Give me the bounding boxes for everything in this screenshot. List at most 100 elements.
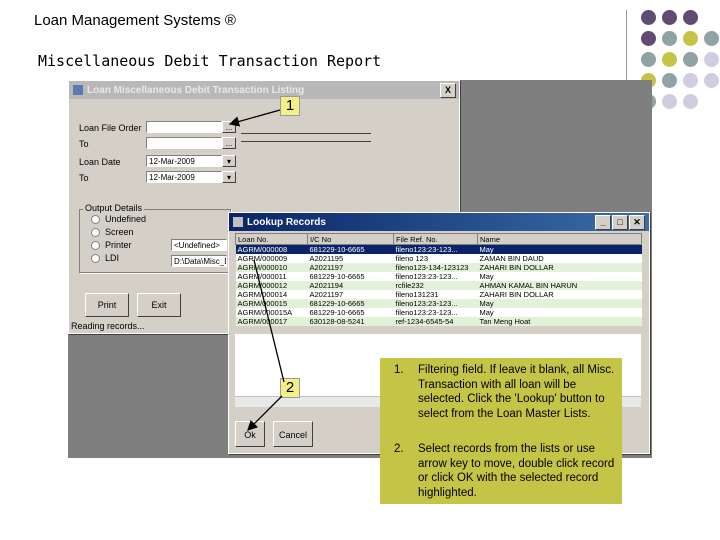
table-row[interactable]: AGRM/000012 A2021194 rcfile232 AHMAN KAMAL … — [235, 281, 642, 290]
date-picker-button[interactable]: ▾ — [222, 155, 236, 167]
radio-ldi[interactable] — [91, 254, 100, 263]
note-text: Filtering field. If leave it blank, all … — [418, 364, 615, 420]
cell: A2021197 — [307, 263, 394, 272]
window-icon — [233, 217, 243, 227]
loan-file-order-label: Loan File Order — [79, 123, 142, 133]
to-date-input[interactable]: 12-Mar-2009 — [146, 171, 222, 183]
dot — [662, 94, 677, 109]
dot — [704, 31, 719, 46]
note-text: Select records from the lists or use arr… — [418, 443, 615, 499]
cell: May — [477, 308, 642, 317]
dot — [662, 73, 677, 88]
cell: ZAMAN BIN DAUD — [477, 254, 642, 263]
cell: fileno 123 — [393, 254, 478, 263]
exit-button[interactable]: Exit — [137, 293, 181, 317]
separator-line — [241, 141, 371, 142]
print-button[interactable]: Print — [85, 293, 129, 317]
callout-2: 2 — [280, 378, 300, 398]
cell: AHMAN KAMAL BIN HARUN — [477, 281, 642, 290]
cell: rcfile232 — [393, 281, 478, 290]
dot — [662, 31, 677, 46]
cell: 681229-10-6665 — [307, 244, 394, 254]
callout-1: 1 — [280, 96, 300, 116]
table-row[interactable]: AGRM/000008 681229-10-6665 fileno123:23-12… — [235, 244, 642, 254]
dot — [641, 52, 656, 67]
notes-box: 1. Filtering field. If leave it blank, a… — [380, 358, 622, 504]
cell: 681229-10-6665 — [307, 272, 394, 281]
output-details-label: Output Details — [83, 203, 145, 213]
dot — [683, 94, 698, 109]
cell: AGRM/000014 — [235, 290, 308, 299]
option-printer: Printer — [105, 240, 132, 250]
dot — [704, 73, 719, 88]
listing-titlebar: Loan Miscellaneous Debit Transaction Lis… — [69, 81, 459, 99]
from-date-input[interactable]: 12-Mar-2009 — [146, 155, 222, 167]
table-row[interactable]: AGRM/000017 630128-08-5241 ref-1234-6545-5… — [235, 317, 642, 326]
printer-select[interactable]: <Undefined> — [171, 239, 227, 251]
cancel-button[interactable]: Cancel — [273, 421, 313, 447]
cell: fileno123:23-123... — [393, 272, 478, 281]
loan-file-from-input[interactable] — [146, 121, 222, 133]
table-row[interactable]: AGRM/000014 A2021197 fileno131231 ZAHARI BI… — [235, 290, 642, 299]
option-ldi: LDI — [105, 253, 120, 263]
maximize-button[interactable]: □ — [612, 215, 628, 230]
option-screen: Screen — [105, 227, 134, 237]
to-date-label: To — [79, 173, 89, 183]
separator-line — [241, 133, 371, 134]
cell: A2021194 — [307, 281, 394, 290]
window-icon — [73, 85, 83, 95]
listing-title: Loan Miscellaneous Debit Transaction Lis… — [87, 84, 305, 96]
cell: AGRM/000015A — [235, 308, 308, 317]
column-header-loan-no[interactable]: Loan No. — [235, 233, 308, 245]
dot — [641, 31, 656, 46]
note-number: 1. — [394, 364, 404, 376]
status-text: Reading records... — [71, 321, 145, 331]
column-header-ic-no[interactable]: I/C No — [307, 233, 394, 245]
loan-file-to-input[interactable] — [146, 137, 222, 149]
column-header-name[interactable]: Name — [477, 233, 642, 245]
cell: May — [477, 299, 642, 308]
radio-printer[interactable] — [91, 241, 100, 250]
column-header-file-ref[interactable]: File Ref. No. — [393, 233, 478, 245]
to-label: To — [79, 139, 89, 149]
table-row[interactable]: AGRM/000010 A2021197 fileno123-134-123123 Z… — [235, 263, 642, 272]
cell: ZAHARI BIN DOLLAR — [477, 263, 642, 272]
cell: 681229-10-6665 — [307, 299, 394, 308]
cell: fileno123-134-123123 — [393, 263, 478, 272]
lookup-to-button[interactable]: ... — [222, 137, 236, 149]
cell: fileno123:23-123... — [393, 308, 478, 317]
close-button[interactable]: X — [440, 83, 456, 98]
dot — [662, 10, 677, 25]
table-row[interactable]: AGRM/000009 A2021195 fileno 123 ZAMAN BIN D… — [235, 254, 642, 263]
dot — [704, 52, 719, 67]
records-grid: Loan No. I/C No File Ref. No. Name AGRM/… — [235, 233, 642, 326]
table-row[interactable]: AGRM/000015A 681229-10-6665 fileno123:23-1… — [235, 308, 642, 317]
slide-title: Loan Management Systems ® — [34, 12, 236, 29]
lookup-button[interactable]: ... — [222, 121, 236, 133]
dot — [683, 10, 698, 25]
ok-button[interactable]: Ok — [235, 421, 265, 447]
cell: AGRM/000010 — [235, 263, 308, 272]
loan-date-label: Loan Date — [79, 157, 121, 167]
table-row[interactable]: AGRM/000015 681229-10-6665 fileno123:23-12… — [235, 299, 642, 308]
cell: AGRM/000017 — [235, 317, 308, 326]
radio-undefined[interactable] — [91, 215, 100, 224]
cell: A2021197 — [307, 290, 394, 299]
note-number: 2. — [394, 443, 404, 455]
option-undefined: Undefined — [105, 214, 147, 224]
close-button[interactable]: ✕ — [629, 215, 645, 230]
lookup-title: Lookup Records — [247, 216, 326, 228]
cell: AGRM/000012 — [235, 281, 308, 290]
radio-screen[interactable] — [91, 228, 100, 237]
ldi-path-input[interactable]: D:\Data\Misc_Debit — [171, 255, 227, 267]
date-picker-to-button[interactable]: ▾ — [222, 171, 236, 183]
cell: fileno123:23-123... — [393, 299, 478, 308]
cell: AGRM/000015 — [235, 299, 308, 308]
report-title: Miscellaneous Debit Transaction Report — [38, 52, 382, 70]
table-row[interactable]: AGRM/000011 681229-10-6665 fileno123:23-12… — [235, 272, 642, 281]
cell: May — [477, 272, 642, 281]
cell: A2021195 — [307, 254, 394, 263]
cell: Tan Meng Hoat — [477, 317, 642, 326]
dot — [641, 10, 656, 25]
minimize-button[interactable]: _ — [595, 215, 611, 230]
